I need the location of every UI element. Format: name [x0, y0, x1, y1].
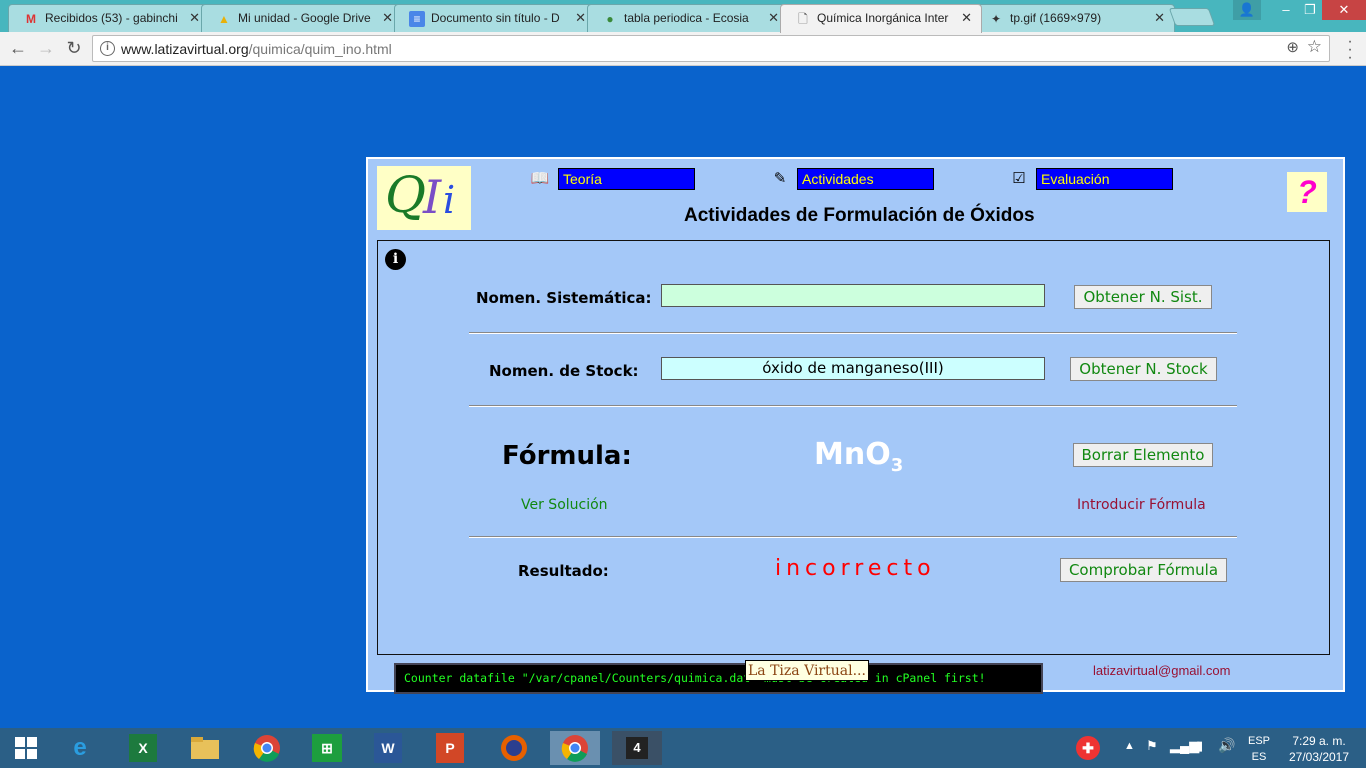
tab-title: Documento sin título - D — [431, 11, 560, 25]
sistematica-label: Nomen. Sistemática: — [476, 289, 652, 307]
browser-toolbar: ← → ↻ i www.latizavirtual.org/quimica/qu… — [0, 32, 1366, 66]
windows-taskbar: e X ⊞ W P 4 ✚ ▲ ⚑ ▂▄▆ ▮ 🔊 ESP ES 7:29 a.… — [0, 728, 1366, 768]
gmail-icon: M — [26, 12, 36, 26]
stock-field[interactable]: óxido de manganeso(III) — [661, 357, 1045, 380]
internet-explorer-icon[interactable]: e — [63, 731, 97, 765]
close-icon[interactable]: ✕ — [768, 5, 779, 31]
exercise-box: i Nomen. Sistemática: Obtener N. Sist. N… — [377, 240, 1330, 655]
page-icon: 🗋 — [798, 12, 808, 26]
close-icon[interactable]: ✕ — [575, 5, 586, 31]
network-icon[interactable]: ▂▄▆ — [1170, 738, 1199, 768]
clock-time: 7:29 a. m. — [1292, 734, 1346, 748]
stock-label: Nomen. de Stock: — [489, 362, 639, 380]
tray-arrow-icon[interactable]: ▲ — [1124, 740, 1135, 768]
tab-title: tabla periodica - Ecosia — [624, 11, 749, 25]
windows-start-icon[interactable] — [9, 731, 43, 765]
divider — [469, 405, 1237, 407]
comprobar-formula-button[interactable]: Comprobar Fórmula — [1060, 558, 1227, 582]
tab-title: tp.gif (1669×979) — [1010, 11, 1102, 25]
main-panel: QIi 📖 Teoría ✎ Actividades ☑ Evaluación … — [366, 157, 1345, 694]
formula-value: MnO3 — [814, 437, 904, 476]
volume-icon[interactable]: 🔊 — [1218, 737, 1235, 768]
file-explorer-icon[interactable] — [188, 731, 222, 765]
reload-icon[interactable]: ↻ — [62, 36, 86, 60]
browser-tabstrip: M Recibidos (53) - gabinchi ✕ ▲ Mi unida… — [0, 0, 1366, 33]
checklist-icon: ☑ — [1012, 170, 1026, 187]
globe-icon: ● — [606, 12, 614, 26]
image-icon: ✦ — [990, 12, 1002, 26]
address-bar[interactable]: i www.latizavirtual.org/quimica/quim_ino… — [92, 35, 1330, 62]
maximize-icon[interactable]: ❐ — [1296, 0, 1324, 20]
drive-icon: ▲ — [218, 12, 230, 26]
nav-evaluacion[interactable]: Evaluación — [1036, 168, 1173, 190]
clock[interactable]: 7:29 a. m. 27/03/2017 — [1284, 733, 1354, 765]
close-icon[interactable]: ✕ — [189, 5, 200, 31]
resultado-label: Resultado: — [518, 562, 609, 580]
borrar-elemento-button[interactable]: Borrar Elemento — [1073, 443, 1213, 467]
introducir-formula-link[interactable]: Introducir Fórmula — [1077, 497, 1206, 513]
back-arrow-icon[interactable]: ← — [6, 36, 30, 60]
nav-actividades[interactable]: Actividades — [797, 168, 934, 190]
formula-label: Fórmula: — [502, 441, 632, 471]
site-info-icon[interactable]: i — [100, 41, 115, 56]
tab-gmail[interactable]: M Recibidos (53) - gabinchi ✕ — [8, 4, 210, 32]
obtener-sist-button[interactable]: Obtener N. Sist. — [1074, 285, 1212, 309]
tab-title: Recibidos (53) - gabinchi — [45, 11, 178, 25]
email-link[interactable]: latizavirtual@gmail.com — [1093, 663, 1230, 678]
tab-drive[interactable]: ▲ Mi unidad - Google Drive ✕ — [201, 4, 403, 32]
tab-title: Mi unidad - Google Drive — [238, 11, 371, 25]
word-icon[interactable]: W — [374, 733, 402, 763]
forward-arrow-icon[interactable]: → — [34, 36, 58, 60]
powerpoint-icon[interactable]: P — [436, 733, 464, 763]
clock-date: 27/03/2017 — [1288, 750, 1350, 764]
obtener-stock-button[interactable]: Obtener N. Stock — [1070, 357, 1217, 381]
bookmark-star-icon[interactable]: ☆ — [1307, 37, 1322, 57]
tab-ecosia[interactable]: ● tabla periodica - Ecosia ✕ — [587, 4, 789, 32]
close-icon[interactable]: ✕ — [382, 5, 393, 31]
chrome-icon[interactable] — [250, 731, 284, 765]
store-icon[interactable]: ⊞ — [312, 734, 342, 762]
divider — [469, 332, 1237, 334]
tooltip: La Tiza Virtual... — [745, 660, 869, 681]
book-icon: 📖 — [530, 170, 550, 187]
battery-icon[interactable]: ▮ — [1196, 738, 1203, 768]
sistematica-input[interactable] — [661, 284, 1045, 307]
tab-title: Química Inorgánica Inter — [817, 11, 949, 25]
language-indicator[interactable]: ESP ES — [1248, 733, 1270, 765]
tab-quimica[interactable]: 🗋 Química Inorgánica Inter ✕ — [780, 4, 982, 33]
formula-subscript: 3 — [890, 455, 904, 476]
docs-icon: ≡ — [409, 11, 425, 27]
new-tab-button[interactable] — [1168, 8, 1216, 26]
app-icon[interactable]: 4 — [612, 731, 662, 765]
address-url: www.latizavirtual.org/quimica/quim_ino.h… — [121, 41, 392, 57]
counter-error-banner: Counter datafile "/var/cpanel/Counters/q… — [394, 663, 1043, 694]
pencil-icon: ✎ — [773, 170, 787, 187]
browser-menu-icon[interactable]: · · · — [1342, 34, 1358, 66]
resultado-value: incorrecto — [775, 556, 936, 581]
security-alert-icon[interactable]: ✚ — [1065, 731, 1111, 765]
tab-tpgif[interactable]: ✦ tp.gif (1669×979) ✕ — [973, 4, 1175, 32]
tab-docs[interactable]: ≡ Documento sin título - D ✕ — [394, 4, 596, 32]
zoom-icon[interactable]: ⊕ — [1286, 38, 1299, 56]
page-title: Actividades de Formulación de Óxidos — [684, 205, 1035, 226]
close-window-icon[interactable]: ✕ — [1322, 0, 1366, 20]
close-icon[interactable]: ✕ — [1154, 5, 1165, 31]
divider — [469, 536, 1237, 538]
nav-teoria[interactable]: Teoría — [558, 168, 695, 190]
excel-icon[interactable]: X — [129, 734, 157, 762]
close-icon[interactable]: ✕ — [961, 5, 972, 31]
chrome-active-icon[interactable] — [550, 731, 600, 765]
ver-solucion-link[interactable]: Ver Solución — [521, 497, 608, 513]
help-button[interactable]: ? — [1287, 172, 1327, 212]
qi-logo: QIi — [377, 166, 471, 230]
user-icon[interactable]: 👤 — [1233, 0, 1261, 20]
firefox-icon[interactable] — [497, 731, 531, 765]
info-icon[interactable]: i — [385, 249, 406, 270]
flag-icon[interactable]: ⚑ — [1146, 738, 1158, 768]
